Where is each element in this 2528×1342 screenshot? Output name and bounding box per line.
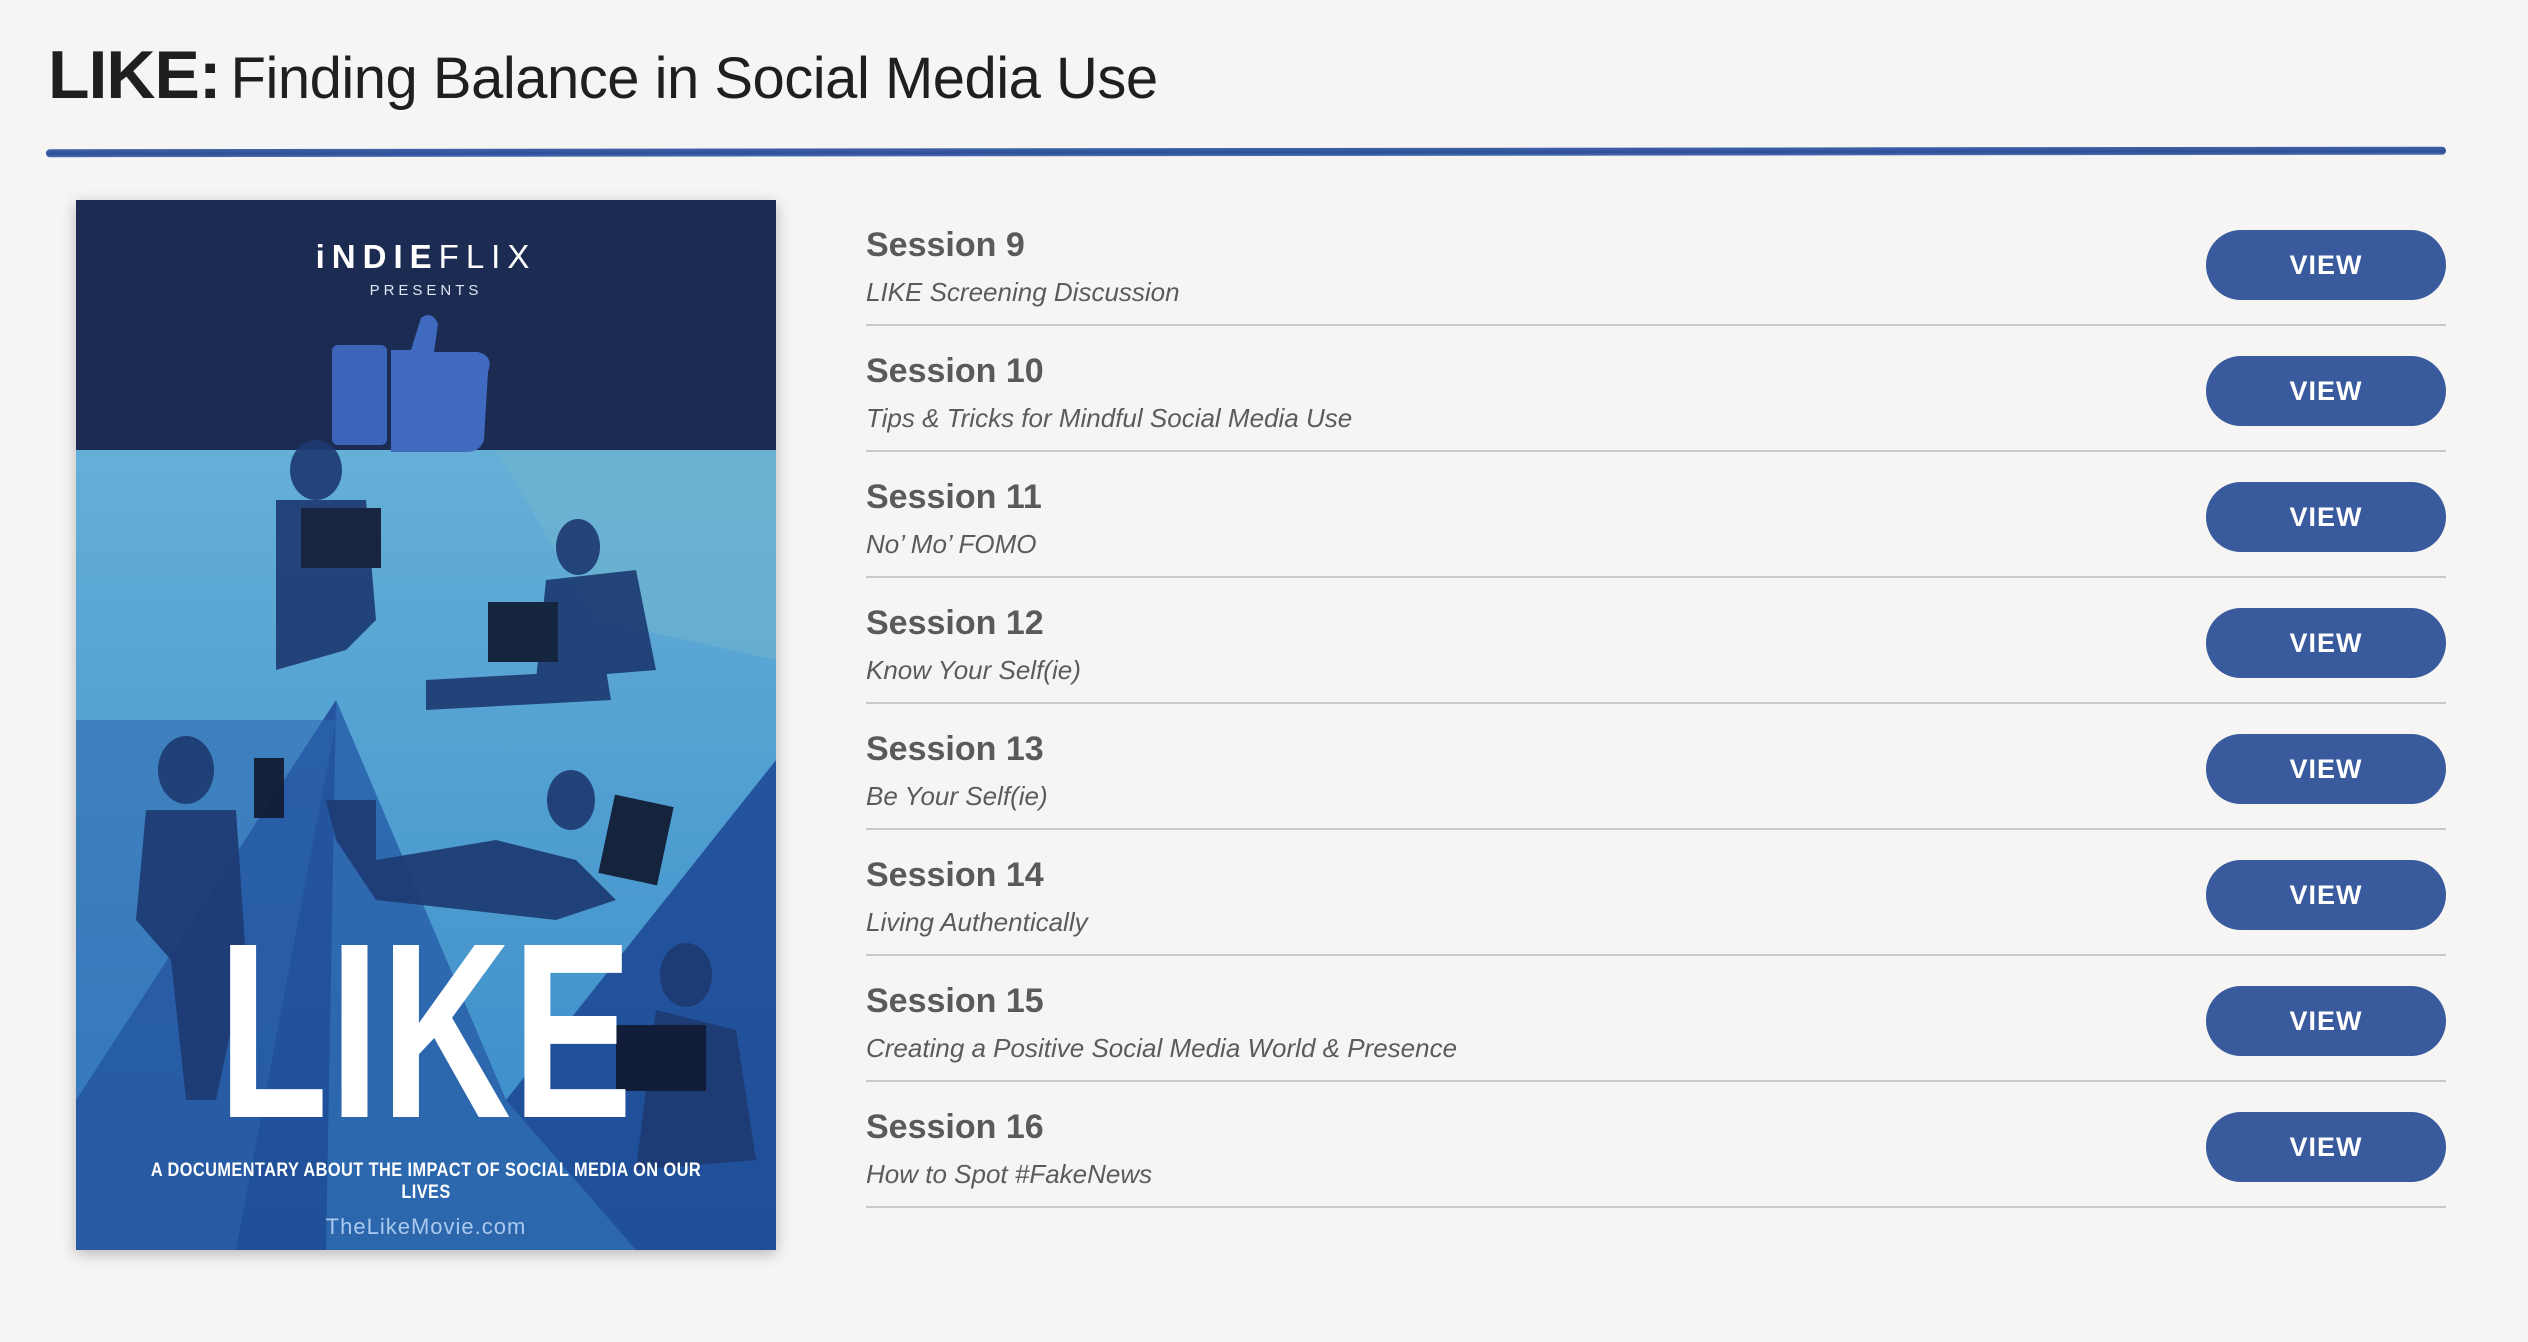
page-title-rest: Finding Balance in Social Media Use (230, 46, 1159, 111)
session-row-9: Session 9 LIKE Screening Discussion VIEW (866, 200, 2446, 326)
page-title-strong: LIKE: (48, 37, 222, 113)
view-button-session-15[interactable]: VIEW (2206, 986, 2446, 1056)
session-list: Session 9 LIKE Screening Discussion VIEW… (866, 200, 2446, 1208)
session-title: Session 13 (866, 730, 1044, 768)
session-row-15: Session 15 Creating a Positive Social Me… (866, 956, 2446, 1082)
session-title: Session 10 (866, 352, 1044, 390)
poster-url: TheLikeMovie.com (325, 1214, 527, 1239)
poster-tagline: A DOCUMENTARY ABOUT THE IMPACT OF SOCIAL… (150, 1160, 702, 1203)
view-button-session-14[interactable]: VIEW (2206, 860, 2446, 930)
view-button-session-10[interactable]: VIEW (2206, 356, 2446, 426)
session-row-12: Session 12 Know Your Self(ie) VIEW (866, 578, 2446, 704)
poster-brand-bold: iNDIE (315, 238, 439, 275)
view-button-session-9[interactable]: VIEW (2206, 230, 2446, 300)
session-subtitle: How to Spot #FakeNews (866, 1159, 1153, 1189)
session-subtitle: Living Authentically (866, 907, 1088, 937)
view-button-session-13[interactable]: VIEW (2206, 734, 2446, 804)
session-title: Session 15 (866, 982, 1044, 1020)
session-row-10: Session 10 Tips & Tricks for Mindful Soc… (866, 326, 2446, 452)
session-title: Session 16 (866, 1108, 1044, 1146)
poster-presents: PRESENTS (369, 282, 483, 299)
view-button-session-16[interactable]: VIEW (2206, 1112, 2446, 1182)
session-row-11: Session 11 No’ Mo’ FOMO VIEW (866, 452, 2446, 578)
poster-brand-light: FLIX (438, 238, 537, 275)
poster-brand: iNDIEFLIX (76, 238, 776, 276)
view-button-session-12[interactable]: VIEW (2206, 608, 2446, 678)
movie-poster: iNDIEFLIX PRESENTS LIKE A DOCUMENTARY AB… (76, 200, 776, 1250)
session-title: Session 11 (866, 478, 1042, 516)
session-title: Session 14 (866, 856, 1044, 894)
session-subtitle: Tips & Tricks for Mindful Social Media U… (866, 403, 1353, 433)
session-subtitle: No’ Mo’ FOMO (866, 529, 1037, 559)
page-title: LIKE: Finding Balance in Social Media Use (48, 30, 1158, 124)
session-row-13: Session 13 Be Your Self(ie) VIEW (866, 704, 2446, 830)
session-subtitle: Know Your Self(ie) (866, 655, 1081, 685)
session-row-14: Session 14 Living Authentically VIEW (866, 830, 2446, 956)
session-title: Session 9 (866, 226, 1025, 264)
session-title: Session 12 (866, 604, 1044, 642)
session-row-16: Session 16 How to Spot #FakeNews VIEW (866, 1082, 2446, 1208)
session-subtitle: Be Your Self(ie) (866, 781, 1048, 811)
session-subtitle: LIKE Screening Discussion (866, 277, 1180, 307)
header-divider (45, 146, 2447, 158)
poster-title: LIKE (218, 891, 634, 1170)
view-button-session-11[interactable]: VIEW (2206, 482, 2446, 552)
session-subtitle: Creating a Positive Social Media World &… (866, 1033, 1458, 1063)
